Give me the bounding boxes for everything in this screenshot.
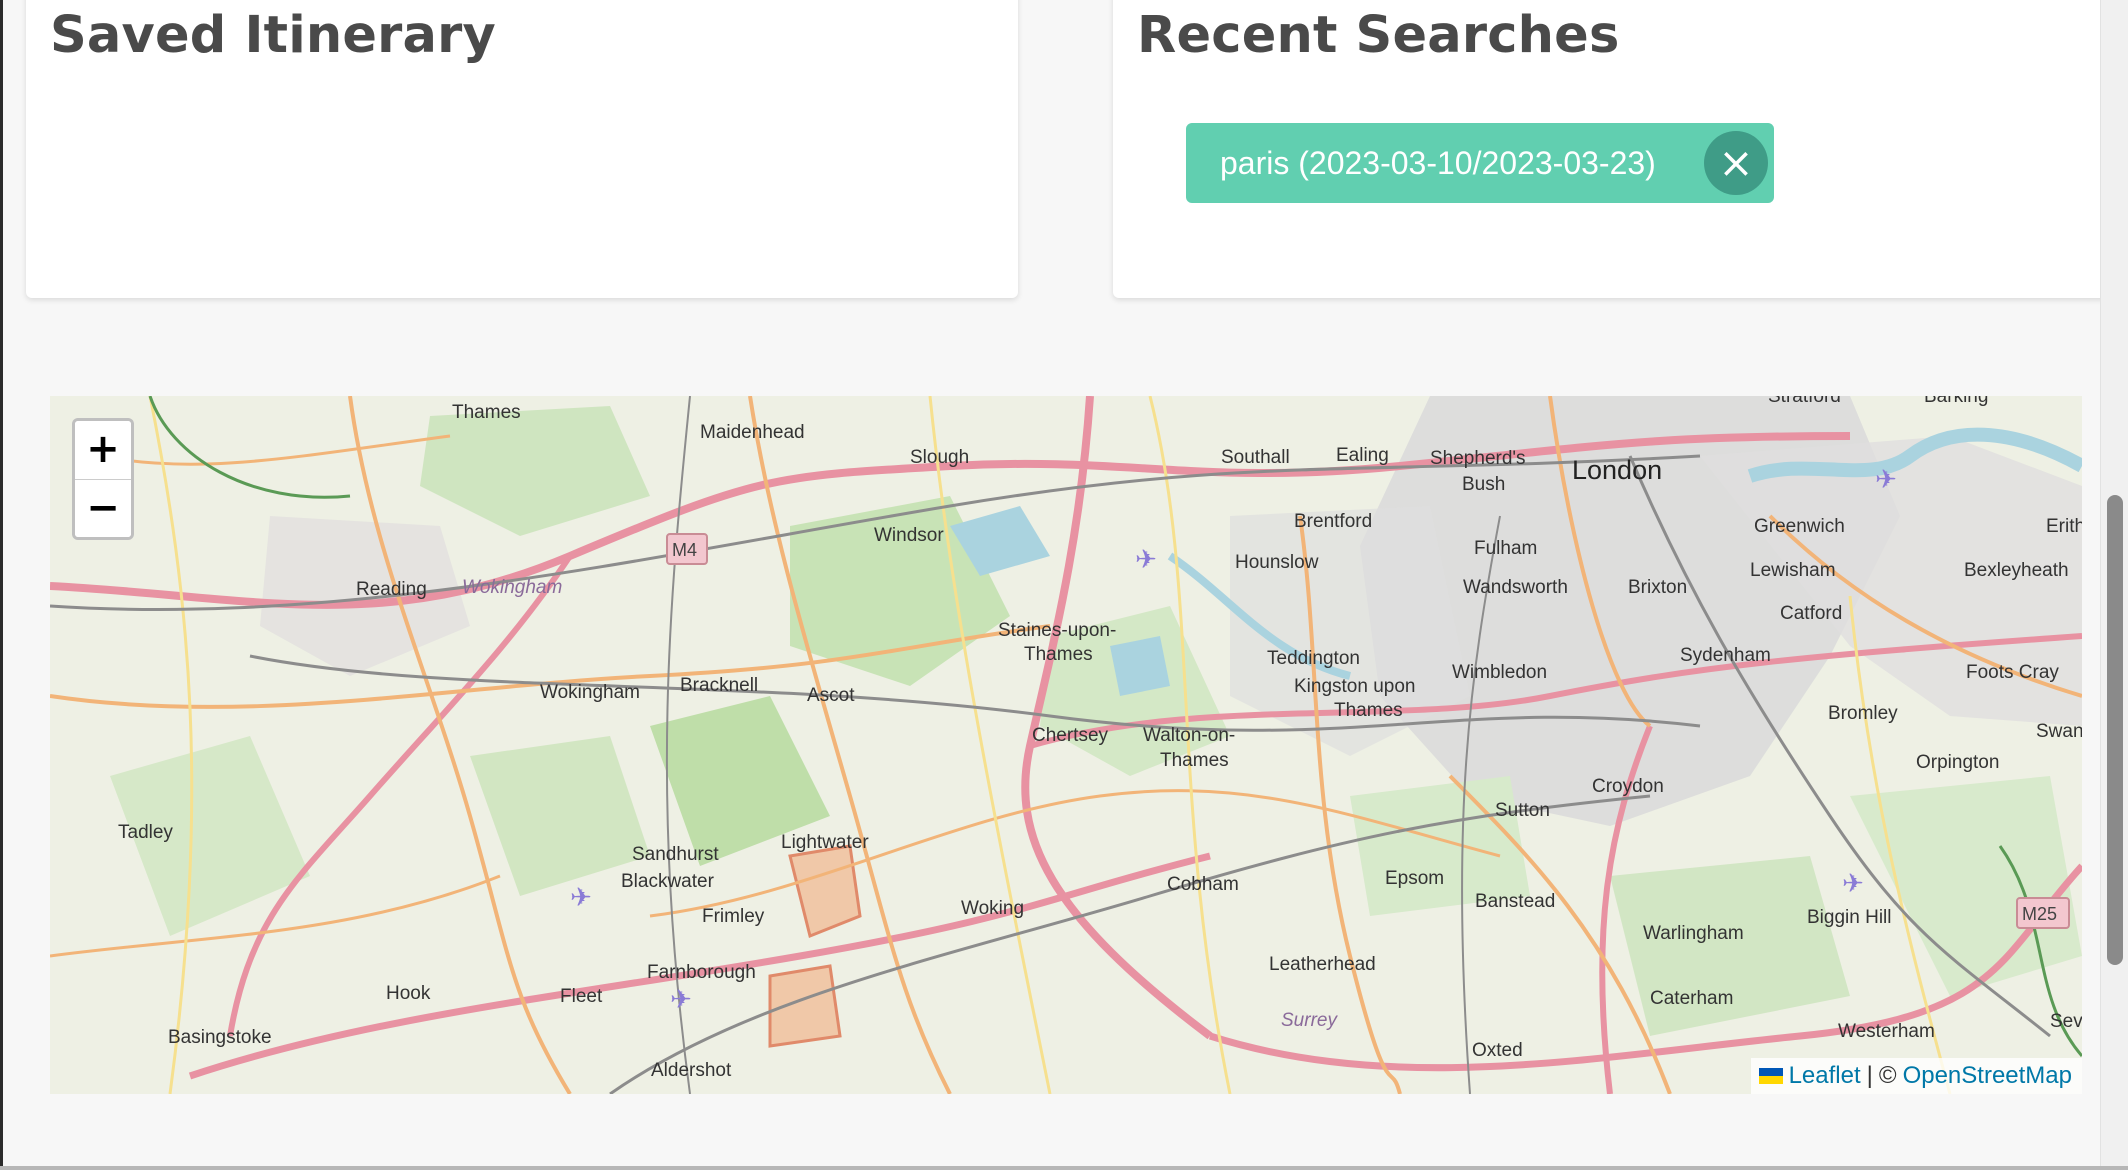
svg-text:Staines-upon-: Staines-upon- — [998, 620, 1116, 641]
svg-text:Hook: Hook — [386, 983, 431, 1004]
svg-text:Thames: Thames — [1024, 644, 1093, 665]
recent-searches-title: Recent Searches — [1137, 6, 1620, 65]
svg-text:Maidenhead: Maidenhead — [700, 422, 805, 443]
svg-text:Reading: Reading — [356, 579, 427, 600]
svg-text:Wimbledon: Wimbledon — [1452, 662, 1547, 683]
svg-text:Greenwich: Greenwich — [1754, 516, 1845, 537]
svg-text:Ascot: Ascot — [807, 685, 855, 706]
svg-text:Bush: Bush — [1462, 474, 1505, 495]
zoom-control: + − — [72, 418, 134, 540]
svg-text:Surrey: Surrey — [1281, 1010, 1338, 1031]
svg-text:Foots Cray: Foots Cray — [1966, 662, 2059, 683]
svg-text:✈: ✈ — [670, 985, 692, 1015]
svg-text:Brixton: Brixton — [1628, 577, 1687, 598]
svg-text:Lewisham: Lewisham — [1750, 560, 1836, 581]
svg-text:Lightwater: Lightwater — [781, 832, 869, 853]
svg-text:Epsom: Epsom — [1385, 868, 1444, 889]
svg-text:Seve: Seve — [2050, 1011, 2082, 1032]
svg-text:Basingstoke: Basingstoke — [168, 1027, 272, 1048]
svg-text:Swanley: Swanley — [2036, 721, 2082, 742]
svg-text:Thames: Thames — [1334, 700, 1403, 721]
svg-text:Sandhurst: Sandhurst — [632, 844, 719, 865]
page: Saved Itinerary Recent Searches paris (2… — [0, 0, 2128, 1170]
svg-text:Barking: Barking — [1924, 396, 1988, 407]
svg-text:Hounslow: Hounslow — [1235, 552, 1319, 573]
svg-text:Windsor: Windsor — [874, 525, 944, 546]
svg-text:✈: ✈ — [570, 883, 592, 913]
svg-text:Blackwater: Blackwater — [621, 871, 715, 892]
svg-text:✈: ✈ — [1875, 465, 1897, 495]
svg-text:M4: M4 — [672, 540, 697, 560]
svg-text:Stratford: Stratford — [1768, 396, 1841, 407]
bottom-border — [0, 1166, 2128, 1170]
map-tiles[interactable]: ✈ ✈ ✈ ✈ ✈ M4 M25 Thames Maidenhead Sloug… — [50, 396, 2082, 1094]
zoom-in-button[interactable]: + — [75, 421, 131, 479]
svg-text:Thames: Thames — [1160, 750, 1229, 771]
saved-itinerary-card: Saved Itinerary — [26, 0, 1018, 298]
svg-text:Fleet: Fleet — [560, 986, 603, 1007]
scrollbar-thumb[interactable] — [2107, 495, 2123, 965]
svg-text:Cobham: Cobham — [1167, 874, 1239, 895]
svg-text:Fulham: Fulham — [1474, 538, 1537, 559]
svg-text:Bromley: Bromley — [1828, 703, 1898, 724]
svg-text:Chertsey: Chertsey — [1032, 725, 1109, 746]
svg-text:M25: M25 — [2022, 904, 2057, 924]
leaflet-link[interactable]: Leaflet — [1789, 1062, 1861, 1090]
saved-itinerary-title: Saved Itinerary — [50, 6, 496, 65]
svg-text:Wokingham: Wokingham — [540, 682, 640, 703]
map[interactable]: ✈ ✈ ✈ ✈ ✈ M4 M25 Thames Maidenhead Sloug… — [50, 396, 2082, 1094]
copyright-symbol: © — [1878, 1062, 1897, 1089]
svg-text:Bracknell: Bracknell — [680, 675, 758, 696]
recent-search-chip[interactable]: paris (2023-03-10/2023-03-23) × — [1186, 123, 1774, 203]
svg-text:Slough: Slough — [910, 447, 969, 468]
svg-text:Erith: Erith — [2046, 516, 2082, 537]
svg-text:Sydenham: Sydenham — [1680, 645, 1771, 666]
svg-text:Woking: Woking — [961, 898, 1024, 919]
ukraine-flag-icon — [1758, 1068, 1783, 1084]
svg-text:Croydon: Croydon — [1592, 776, 1664, 797]
window-edge — [0, 0, 3, 1170]
svg-text:Oxted: Oxted — [1472, 1040, 1523, 1061]
svg-text:Sutton: Sutton — [1495, 800, 1550, 821]
svg-text:Tadley: Tadley — [118, 822, 173, 843]
svg-text:Biggin Hill: Biggin Hill — [1807, 907, 1891, 928]
recent-search-label[interactable]: paris (2023-03-10/2023-03-23) — [1220, 145, 1656, 182]
svg-text:Bexleyheath: Bexleyheath — [1964, 560, 2069, 581]
attribution-separator: | — [1866, 1062, 1873, 1089]
svg-text:Wokingham: Wokingham — [462, 577, 562, 598]
svg-text:Kingston upon: Kingston upon — [1294, 676, 1416, 697]
openstreetmap-link[interactable]: OpenStreetMap — [1903, 1062, 2072, 1090]
svg-text:Southall: Southall — [1221, 447, 1290, 468]
svg-text:✈: ✈ — [1135, 545, 1157, 575]
svg-text:Warlingham: Warlingham — [1643, 923, 1744, 944]
svg-text:Leatherhead: Leatherhead — [1269, 954, 1376, 975]
svg-text:✈: ✈ — [1842, 869, 1864, 899]
close-icon[interactable]: × — [1704, 131, 1768, 195]
svg-text:Brentford: Brentford — [1294, 511, 1372, 532]
svg-text:Walton-on-: Walton-on- — [1143, 725, 1235, 746]
svg-text:Banstead: Banstead — [1475, 891, 1555, 912]
map-attribution: Leaflet | © OpenStreetMap — [1750, 1058, 2082, 1094]
svg-text:Farnborough: Farnborough — [647, 962, 756, 983]
svg-text:Wandsworth: Wandsworth — [1463, 577, 1568, 598]
svg-text:Orpington: Orpington — [1916, 752, 1999, 773]
svg-text:Ealing: Ealing — [1336, 445, 1389, 466]
svg-text:Aldershot: Aldershot — [651, 1060, 732, 1081]
svg-text:Catford: Catford — [1780, 603, 1842, 624]
scrollbar[interactable] — [2100, 0, 2128, 1170]
svg-text:London: London — [1572, 455, 1662, 485]
svg-text:Caterham: Caterham — [1650, 988, 1733, 1009]
svg-text:Westerham: Westerham — [1838, 1021, 1935, 1042]
svg-text:Frimley: Frimley — [702, 906, 765, 927]
svg-text:Thames: Thames — [452, 402, 521, 423]
svg-text:Teddington: Teddington — [1267, 648, 1360, 669]
svg-text:Shepherd's: Shepherd's — [1430, 448, 1526, 469]
zoom-out-button[interactable]: − — [75, 479, 131, 537]
